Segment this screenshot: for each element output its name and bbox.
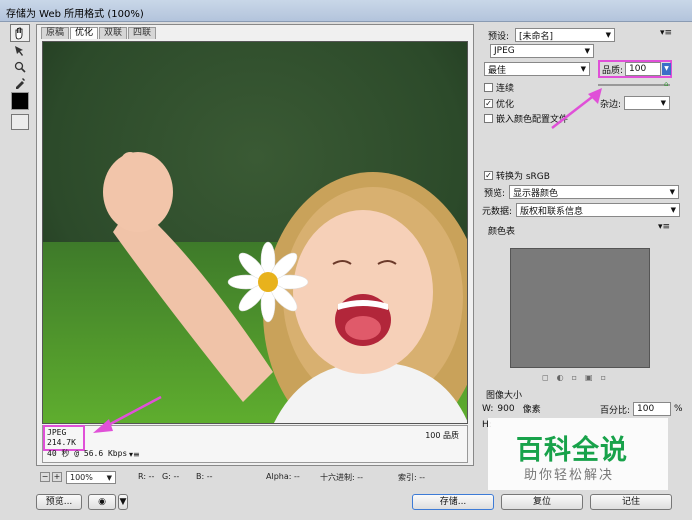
percent-label: 百分比: — [600, 405, 631, 416]
preview-select[interactable]: 显示器颜色 ▼ — [509, 185, 680, 199]
chevron-down-icon: ▼ — [670, 206, 677, 214]
color-table — [510, 248, 650, 368]
percent-input[interactable]: 100 — [633, 402, 672, 416]
preview-image[interactable] — [42, 41, 468, 424]
browser-dropdown-button[interactable]: ▼ — [118, 494, 128, 510]
optimized-checkbox[interactable]: ✓ — [484, 99, 493, 108]
chevron-down-icon: ▼ — [669, 188, 676, 196]
hand-icon — [15, 27, 23, 40]
preview-label: 预览: — [484, 188, 506, 199]
quality-slider[interactable] — [598, 84, 670, 86]
chevron-down-icon: ▼ — [660, 99, 667, 107]
title-bar: 存储为 Web 所用格式 (100%) — [0, 0, 692, 22]
slider-handle-icon[interactable]: ⌂ — [664, 80, 668, 88]
info-quality: 100 品质 — [425, 431, 459, 440]
remember-button[interactable]: 记住 — [590, 494, 672, 510]
tab-optimized[interactable]: 优化 — [70, 27, 99, 39]
embed-profile-checkbox[interactable] — [484, 114, 493, 123]
metadata-select[interactable]: 版权和联系信息 ▼ — [516, 203, 681, 217]
width-label: W: — [482, 403, 494, 414]
chevron-down-icon: ▼ — [119, 497, 127, 507]
tab-4up[interactable]: 四联 — [128, 27, 157, 39]
photo-girl-thumbs-up — [43, 42, 467, 423]
convert-srgb-checkbox[interactable]: ✓ — [484, 171, 493, 180]
compression-select[interactable]: 最佳 ▼ — [484, 62, 590, 76]
optimized-label: 优化 — [496, 100, 515, 110]
imagesize-heading: 图像大小 — [486, 391, 523, 401]
preset-label: 预设: — [488, 31, 510, 42]
save-button[interactable]: 存储... — [412, 494, 494, 510]
pixels-label: 像素 — [522, 405, 541, 415]
status-alpha: Alpha: -- — [266, 472, 300, 481]
status-b: B: -- — [196, 472, 213, 481]
zoom-icon — [14, 61, 26, 73]
convert-srgb-label: 转换为 sRGB — [496, 172, 550, 182]
chevron-down-icon: ▼ — [605, 31, 612, 39]
arrow-annotation-info — [93, 395, 162, 433]
tab-original[interactable]: 原稿 — [41, 27, 70, 39]
percent-sign: % — [674, 404, 683, 414]
quality-dropdown-button[interactable]: ▼ — [662, 63, 672, 75]
status-hex: 十六进制: -- — [320, 473, 364, 482]
colortable-buttons[interactable]: ◻◐▫▣▫ — [542, 373, 652, 383]
info-download-time: 40 秒 @ 56.6 Kbps — [47, 449, 128, 458]
quality-label: 品质: — [602, 65, 624, 76]
eyedropper-color-swatch[interactable] — [11, 92, 29, 110]
eyedropper-icon — [16, 78, 25, 89]
eyedropper-tool[interactable] — [10, 74, 30, 92]
chevron-down-icon: ▼ — [106, 473, 112, 482]
quality-input[interactable]: 100 — [625, 62, 662, 76]
progressive-checkbox[interactable] — [484, 83, 493, 92]
colortable-menu-icon[interactable]: ▾≡ — [658, 222, 670, 232]
settings-panel: 预设: [未命名] ▼ ▾≡ JPEG ▼ 最佳 ▼ 品质: 100 ▼ 连续 ⌂ ✓… — [478, 24, 688, 484]
status-g: G: -- — [162, 472, 180, 481]
toggle-slices-button[interactable] — [11, 114, 29, 130]
progressive-label: 连续 — [496, 84, 515, 94]
tool-palette — [8, 22, 32, 462]
info-size: 214.7K — [47, 438, 76, 447]
hand-tool[interactable] — [10, 24, 30, 42]
slice-select-icon — [15, 46, 23, 56]
colortable-heading: 颜色表 — [488, 227, 516, 237]
reset-button[interactable]: 复位 — [501, 494, 583, 510]
preview-panel: 原稿 优化 双联 四联 JPEG 214.7K 40 秒 @ 56.6 Kbps… — [36, 24, 474, 466]
window-title: 存储为 Web 所用格式 (100%) — [6, 9, 144, 20]
metadata-label: 元数据: — [482, 206, 513, 217]
zoom-select[interactable]: 100% ▼ — [66, 471, 116, 484]
arrow-annotation-quality — [551, 88, 602, 129]
format-select[interactable]: JPEG ▼ — [490, 44, 594, 58]
status-index: 索引: -- — [398, 473, 426, 482]
dialog-buttons: 预览... ◉ ▼ 存储... 复位 记住 — [0, 490, 692, 520]
zoom-out-button[interactable]: − — [40, 472, 50, 482]
blur-select[interactable]: ▼ — [624, 96, 671, 110]
info-menu-icon[interactable]: ▾≡ — [129, 450, 140, 459]
tab-2up[interactable]: 双联 — [99, 27, 128, 39]
info-format: JPEG — [47, 428, 67, 437]
status-r: R: -- — [138, 472, 155, 481]
preset-menu-icon[interactable]: ▾≡ — [660, 28, 672, 38]
chevron-down-icon: ▼ — [580, 65, 586, 73]
browser-globe-icon: ◉ — [98, 497, 106, 507]
view-tabs: 原稿 优化 双联 四联 — [41, 27, 157, 39]
preset-select[interactable]: [未命名] ▼ — [515, 28, 616, 42]
preview-in-browser-button[interactable]: 预览... — [36, 494, 82, 510]
status-bar: − + 100% ▼ R: -- G: -- B: -- Alpha: -- 十六… — [36, 470, 686, 488]
chevron-down-icon: ▼ — [584, 47, 590, 55]
watermark-title: 百科全说 — [516, 435, 628, 466]
browser-select-button[interactable]: ◉ — [88, 494, 116, 510]
zoom-in-button[interactable]: + — [52, 472, 62, 482]
width-value[interactable]: 900 — [497, 404, 514, 414]
